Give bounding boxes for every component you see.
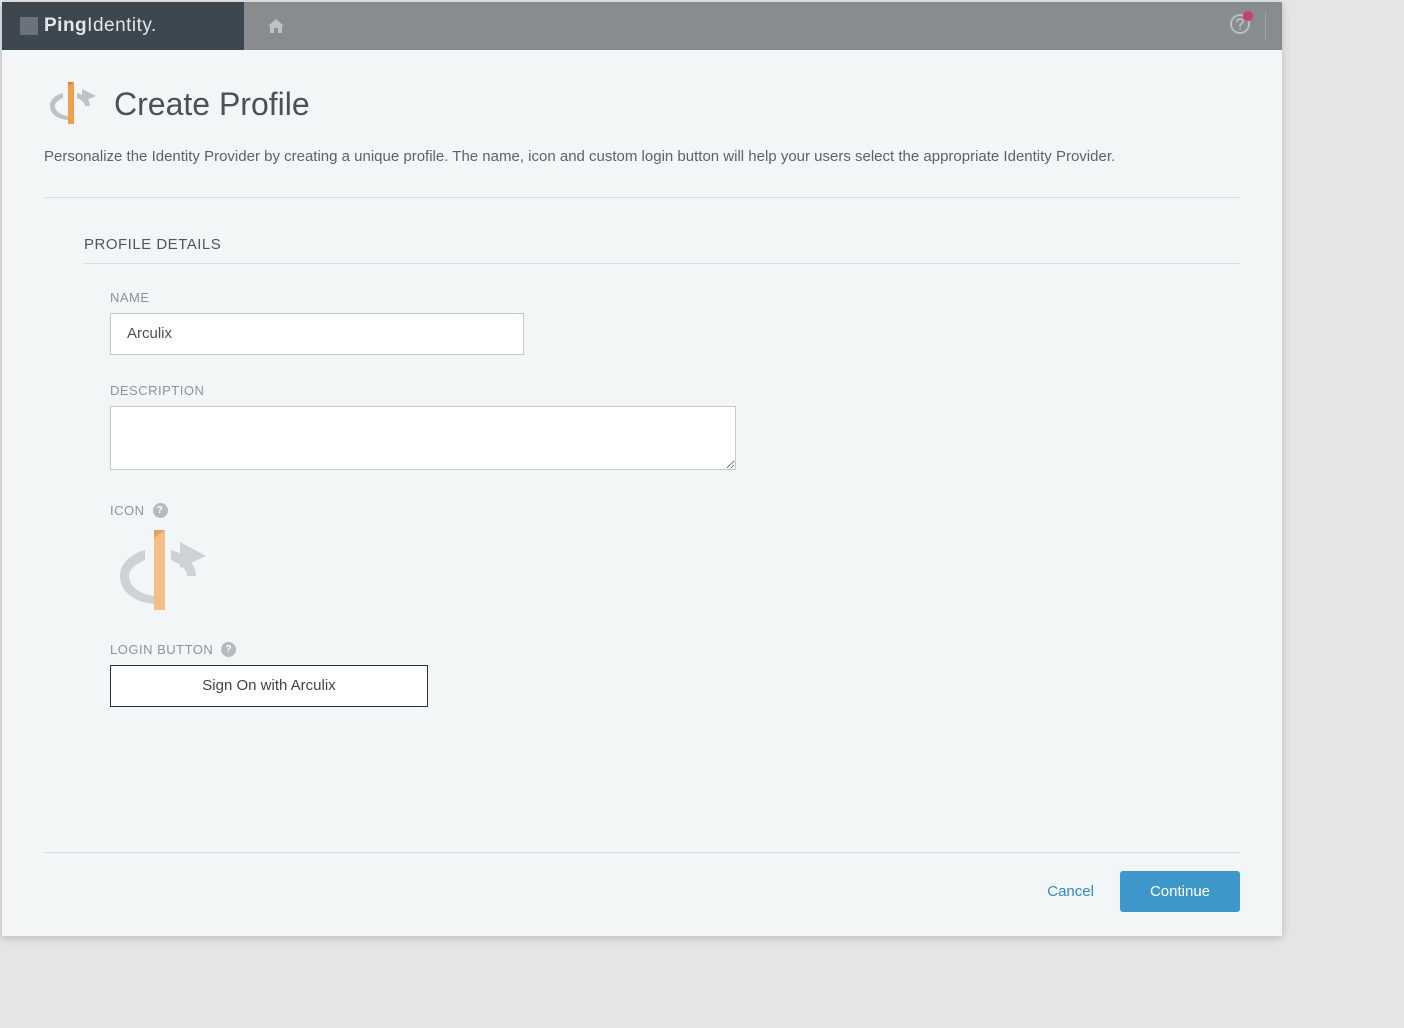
page-title: Create Profile bbox=[114, 86, 310, 123]
home-icon[interactable] bbox=[266, 17, 286, 35]
openid-icon bbox=[44, 80, 96, 128]
logo-icon bbox=[20, 17, 38, 35]
footer-section: Cancel Continue bbox=[44, 852, 1240, 912]
description-input[interactable] bbox=[110, 406, 736, 470]
divider bbox=[1265, 12, 1266, 40]
content-area: Create Profile Personalize the Identity … bbox=[2, 50, 1282, 936]
cancel-button[interactable]: Cancel bbox=[1047, 883, 1094, 900]
logo-section[interactable]: PingIdentity. bbox=[2, 2, 244, 50]
icon-label: ICON ? bbox=[110, 503, 1240, 518]
form-section: PROFILE DETAILS NAME DESCRIPTION ICON ? bbox=[44, 236, 1240, 735]
app-container: PingIdentity. bbox=[2, 2, 1282, 936]
page-description: Personalize the Identity Provider by cre… bbox=[44, 146, 1240, 169]
logo-text: PingIdentity. bbox=[44, 15, 157, 37]
continue-button[interactable]: Continue bbox=[1120, 871, 1240, 912]
help-icon[interactable] bbox=[1229, 13, 1251, 40]
icon-field-group: ICON ? bbox=[84, 503, 1240, 614]
section-title: PROFILE DETAILS bbox=[84, 236, 1240, 264]
notification-dot bbox=[1243, 11, 1253, 21]
name-label: NAME bbox=[110, 290, 1240, 305]
login-button-field-group: LOGIN BUTTON ? Sign On with Arculix bbox=[84, 642, 1240, 707]
name-input[interactable] bbox=[110, 313, 524, 355]
help-section bbox=[1229, 12, 1266, 40]
name-field-group: NAME bbox=[84, 290, 1240, 355]
page-header: Create Profile bbox=[44, 80, 1240, 128]
icon-preview[interactable] bbox=[110, 526, 206, 614]
description-label: DESCRIPTION bbox=[110, 383, 1240, 398]
icon-help-icon[interactable]: ? bbox=[153, 503, 168, 518]
section-divider bbox=[44, 197, 1240, 198]
top-bar: PingIdentity. bbox=[2, 2, 1282, 50]
login-button-help-icon[interactable]: ? bbox=[221, 642, 236, 657]
login-button-label: LOGIN BUTTON ? bbox=[110, 642, 1240, 657]
login-button-preview[interactable]: Sign On with Arculix bbox=[110, 665, 428, 707]
description-field-group: DESCRIPTION bbox=[84, 383, 1240, 475]
